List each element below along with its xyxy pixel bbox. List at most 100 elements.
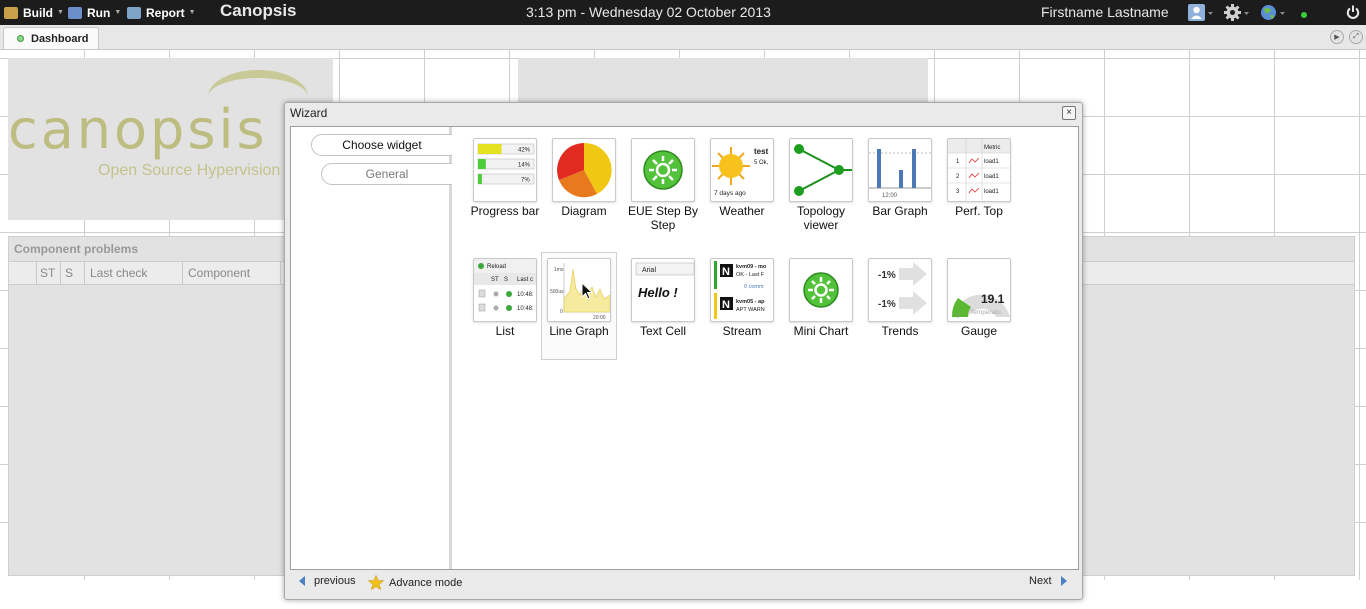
play-icon[interactable]: ▶ xyxy=(1330,30,1344,44)
previous-button[interactable]: previous xyxy=(297,575,356,587)
widget-gauge[interactable]: 19.1 0 Temperatu Gauge xyxy=(941,258,1017,338)
widget-perf-top[interactable]: Metric 1 2 3 load1 load1 load1 Perf. Top xyxy=(941,138,1017,218)
progress-label-2: 14% xyxy=(518,163,531,169)
top-bar: Build ▼ Run ▼ Report ▼ Canopsis 3:13 pm … xyxy=(0,0,1366,25)
stream-host: kvm09 - mo xyxy=(736,264,767,270)
logo-subtitle: Open Source Hypervision xyxy=(98,162,281,179)
column-last-check[interactable]: Last check xyxy=(90,266,147,280)
build-menu-label: Build xyxy=(23,5,53,20)
line-graph-time: 20:00 xyxy=(593,315,606,321)
widget-label: Perf. Top xyxy=(955,204,1003,218)
perf-top-row: load1 xyxy=(984,189,999,195)
widget-mini-chart[interactable]: Mini Chart xyxy=(783,258,859,338)
stream-comments: 0 comm xyxy=(744,284,764,290)
widget-weather[interactable]: test 5 Ok, 7 days ago Weather xyxy=(704,138,780,218)
widget-bar-graph[interactable]: 12:00 Bar Graph xyxy=(862,138,938,218)
weather-status: 5 Ok, xyxy=(754,160,769,166)
column-component[interactable]: Component xyxy=(188,266,250,280)
widget-text-cell[interactable]: Arial Hello ! Text Cell xyxy=(625,258,701,338)
perf-top-thumbnail: Metric 1 2 3 load1 load1 load1 xyxy=(947,138,1011,202)
widget-stream[interactable]: N N kvm09 - mo OK - Last F 0 comm kvm05 … xyxy=(704,258,780,338)
run-icon xyxy=(68,6,82,19)
report-icon xyxy=(127,6,141,19)
line-graph-tick: 1ms xyxy=(554,267,564,273)
report-menu[interactable]: Report ▼ xyxy=(127,0,196,25)
weather-thumbnail: test 5 Ok, 7 days ago xyxy=(710,138,774,202)
trend-value: -1% xyxy=(878,270,896,281)
bar-graph-axis-label: 12:00 xyxy=(882,193,898,199)
weather-age: 7 days ago xyxy=(714,190,746,197)
widget-label: Line Graph xyxy=(549,324,609,338)
step-general[interactable]: General xyxy=(321,163,452,185)
build-menu[interactable]: Build ▼ xyxy=(4,0,64,25)
perf-top-header: Metric xyxy=(984,145,1000,151)
list-thumbnail: Reload ST S Last c 10:48: 10:48: xyxy=(473,258,537,322)
logo-text: canopsis xyxy=(8,98,268,161)
weather-title: test xyxy=(754,147,769,156)
widget-label: Progress bar xyxy=(470,204,540,218)
tab-dashboard[interactable]: Dashboard xyxy=(3,27,99,49)
svg-text:N: N xyxy=(722,266,730,278)
build-icon xyxy=(4,6,18,19)
wizard-dialog: Wizard × Choose widget General 42% 14% 7… xyxy=(284,102,1083,600)
globe-icon[interactable] xyxy=(1260,4,1286,25)
progress-bar-thumbnail: 42% 14% 7% xyxy=(473,138,537,202)
perf-top-row: load1 xyxy=(984,159,999,165)
svg-text:1: 1 xyxy=(956,159,960,165)
svg-text:3: 3 xyxy=(956,189,960,195)
line-graph-thumbnail: 1ms 500us 0 20:00 xyxy=(547,258,611,322)
chevron-down-icon: ▼ xyxy=(57,9,64,16)
wizard-steps: Choose widget General xyxy=(291,127,452,569)
wizard-footer: previous Advance mode Next xyxy=(285,571,1082,597)
gear-icon[interactable] xyxy=(1224,4,1250,25)
close-icon[interactable]: × xyxy=(1062,106,1076,120)
diagram-thumbnail xyxy=(552,138,616,202)
perf-top-row: load1 xyxy=(984,174,999,180)
next-label: Next xyxy=(1029,575,1052,587)
text-cell-thumbnail: Arial Hello ! xyxy=(631,258,695,322)
step-choose-widget[interactable]: Choose widget xyxy=(311,134,452,156)
widget-label: Weather xyxy=(719,204,765,218)
list-col-st: ST xyxy=(491,277,499,283)
column-s[interactable]: S xyxy=(65,266,73,280)
widget-trends[interactable]: -1% -1% Trends xyxy=(862,258,938,338)
status-dot-icon xyxy=(1300,8,1308,22)
chevron-down-icon: ▼ xyxy=(188,9,196,16)
run-menu[interactable]: Run ▼ xyxy=(68,0,121,25)
widget-label: Trends xyxy=(881,324,919,338)
fullscreen-icon[interactable]: ⤢ xyxy=(1349,30,1363,44)
gauge-thumbnail: 19.1 0 Temperatu xyxy=(947,258,1011,322)
next-button[interactable]: Next xyxy=(1029,575,1069,587)
progress-label-1: 42% xyxy=(518,148,531,154)
stream-msg: OK - Last F xyxy=(736,272,765,278)
tab-status-icon xyxy=(17,35,24,42)
power-icon[interactable] xyxy=(1346,5,1360,23)
gauge-value: 19.1 xyxy=(981,292,1005,306)
column-st[interactable]: ST xyxy=(40,266,55,280)
report-menu-label: Report xyxy=(146,5,185,20)
widget-topology-viewer[interactable]: Topology viewer xyxy=(783,138,859,232)
widget-progress-bar[interactable]: 42% 14% 7% Progress bar xyxy=(467,138,543,218)
wizard-body: Choose widget General 42% 14% 7% Progres… xyxy=(290,126,1079,570)
topology-thumbnail xyxy=(789,138,853,202)
gauge-unit: Temperatu xyxy=(970,309,1001,316)
list-reload: Reload xyxy=(487,264,506,270)
trend-value: -1% xyxy=(878,299,896,310)
eue-thumbnail xyxy=(631,138,695,202)
mouse-cursor-icon xyxy=(581,282,593,300)
user-icon[interactable] xyxy=(1188,4,1214,25)
user-name[interactable]: Firstname Lastname xyxy=(1041,4,1169,20)
widget-diagram[interactable]: Diagram xyxy=(546,138,622,218)
svg-text:2: 2 xyxy=(956,174,960,180)
mini-chart-thumbnail xyxy=(789,258,853,322)
list-col-last: Last c xyxy=(517,277,533,283)
widget-line-graph[interactable]: 1ms 500us 0 20:00 Line Graph xyxy=(541,252,617,360)
line-graph-tick: 0 xyxy=(560,309,563,315)
arrow-left-icon xyxy=(299,576,305,586)
trends-thumbnail: -1% -1% xyxy=(868,258,932,322)
arrow-right-icon xyxy=(1060,576,1067,586)
advance-mode-button[interactable]: Advance mode xyxy=(368,575,462,590)
widget-eue-step-by-step[interactable]: EUE Step By Step xyxy=(625,138,701,232)
stream-host: kvm05 - ap xyxy=(736,299,765,305)
widget-list[interactable]: Reload ST S Last c 10:48: 10:48: List xyxy=(467,258,543,338)
